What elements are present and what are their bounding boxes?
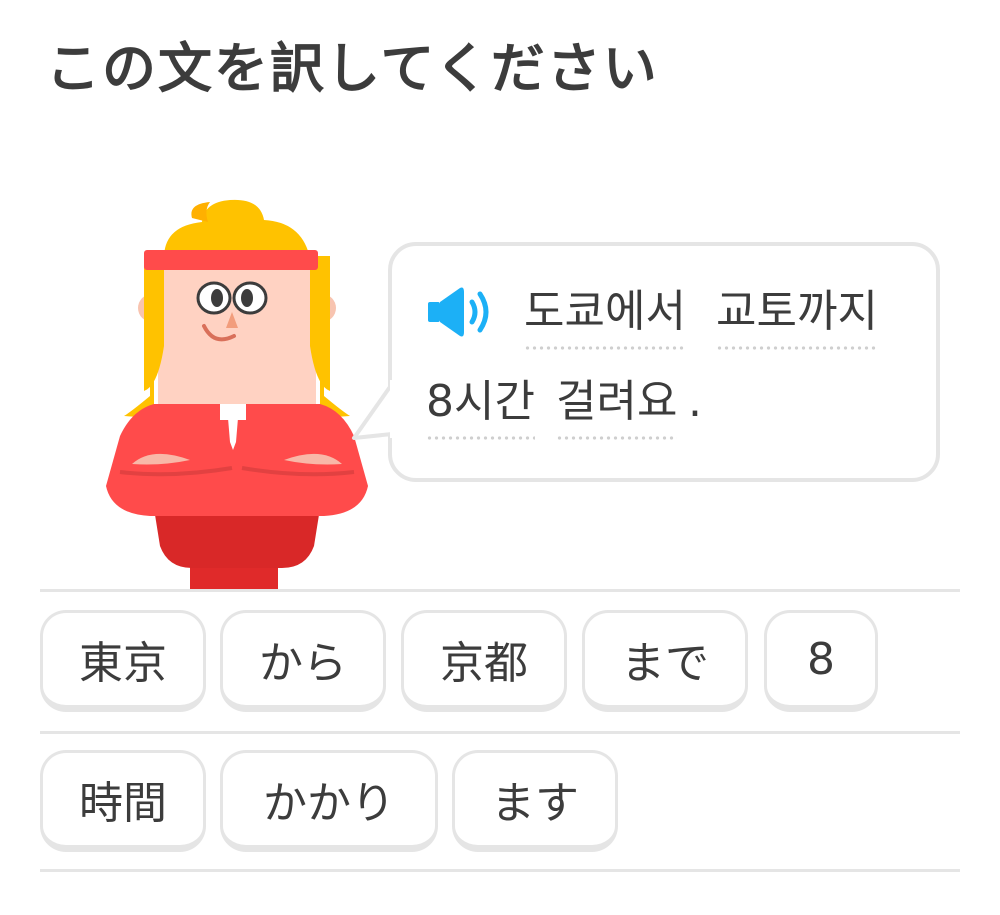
- prompt-word[interactable]: 8시간: [426, 380, 535, 440]
- speaker-icon[interactable]: [426, 284, 494, 340]
- word-hint-underline: [556, 436, 678, 440]
- word-chip[interactable]: から: [220, 610, 386, 712]
- word-chip[interactable]: 8: [764, 610, 878, 712]
- word-chip[interactable]: まで: [582, 610, 748, 712]
- speech-bubble: [388, 242, 940, 482]
- answer-line: [40, 731, 960, 734]
- answer-line: [40, 869, 960, 872]
- word-chip[interactable]: 京都: [401, 610, 567, 712]
- prompt-period: .: [688, 376, 702, 427]
- speech-bubble-tail: [352, 380, 400, 440]
- word-chip[interactable]: かかり: [220, 750, 438, 852]
- answer-line: [40, 589, 960, 592]
- word-chip[interactable]: 東京: [40, 610, 206, 712]
- character-illustration: [106, 199, 368, 590]
- word-hint-underline: [426, 436, 535, 440]
- word-hint-underline: [524, 346, 686, 350]
- prompt-word[interactable]: 걸려요: [556, 380, 678, 440]
- word-hint-underline: [716, 346, 878, 350]
- page-title: この文を訳してください: [46, 37, 659, 100]
- prompt-word[interactable]: 교토까지: [716, 290, 878, 350]
- prompt-word[interactable]: 도쿄에서: [524, 290, 686, 350]
- word-chip[interactable]: 時間: [40, 750, 206, 852]
- word-chip[interactable]: ます: [452, 750, 618, 852]
